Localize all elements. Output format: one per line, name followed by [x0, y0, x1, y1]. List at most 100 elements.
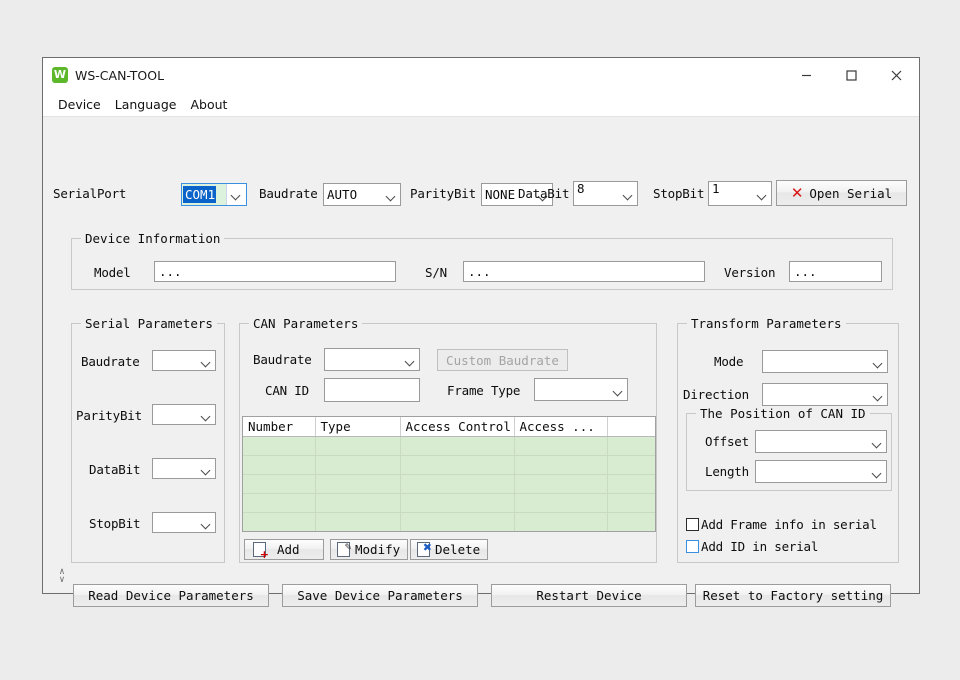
table-row[interactable] [243, 513, 655, 532]
version-field[interactable]: ... [789, 261, 882, 282]
custom-baudrate-button[interactable]: Custom Baudrate [437, 349, 568, 371]
add-frame-info-checkbox-row[interactable]: Add Frame info in serial [686, 517, 877, 532]
menu-item-language[interactable]: Language [108, 95, 184, 114]
toolbar-stopbit-select[interactable]: 1 [708, 181, 772, 206]
toolbar-databit-value: 8 [577, 182, 585, 195]
save-device-parameters-button[interactable]: Save Device Parameters [282, 584, 478, 607]
save-device-parameters-label: Save Device Parameters [297, 588, 463, 603]
serial-paritybit-select[interactable] [152, 404, 216, 425]
table-row[interactable] [243, 494, 655, 513]
toolbar-databit-select[interactable]: 8 [573, 181, 638, 206]
canid-position-title: The Position of CAN ID [696, 406, 870, 421]
column-header-blank[interactable] [607, 417, 655, 437]
can-id-label: CAN ID [265, 383, 309, 398]
modify-button[interactable]: ✎ Modify [330, 539, 408, 560]
new-document-icon: + [253, 542, 266, 557]
sn-value: ... [468, 264, 491, 279]
table-row[interactable] [243, 475, 655, 494]
menu-bar: Device Language About [43, 92, 919, 117]
serial-baudrate-label: Baudrate [81, 354, 140, 369]
restart-device-label: Restart Device [536, 588, 641, 603]
version-value: ... [794, 264, 817, 279]
model-value: ... [159, 264, 182, 279]
serialport-chevron-down-icon[interactable] [226, 184, 246, 205]
add-id-label: Add ID in serial [701, 539, 818, 554]
open-serial-label: Open Serial [809, 186, 892, 201]
serial-baudrate-select[interactable] [152, 350, 216, 371]
delete-label: Delete [435, 542, 480, 557]
length-label: Length [705, 464, 749, 479]
toolbar-baudrate-label: Baudrate [259, 186, 318, 201]
add-frame-info-checkbox[interactable] [686, 518, 699, 531]
can-id-input[interactable] [324, 378, 420, 402]
column-header-type[interactable]: Type [315, 417, 400, 437]
direction-select[interactable] [762, 383, 888, 406]
column-header-access-control[interactable]: Access Control [400, 417, 514, 437]
delete-button[interactable]: ✖ Delete [410, 539, 488, 560]
toolbar-baudrate-value: AUTO [327, 187, 357, 202]
can-parameters-group: CAN Parameters Baudrate Custom Baudrate … [239, 323, 657, 563]
toolbar-databit-label: DataBit [518, 186, 569, 201]
chevron-down-icon [406, 358, 414, 363]
frame-type-select[interactable] [534, 378, 628, 401]
serialport-value: COM1 [183, 186, 216, 203]
table-row[interactable] [243, 456, 655, 475]
model-field[interactable]: ... [154, 261, 396, 282]
serialport-value-field[interactable]: COM1 [182, 184, 226, 205]
add-button[interactable]: + Add [244, 539, 324, 560]
model-label: Model [94, 265, 131, 280]
offset-select[interactable] [755, 430, 887, 453]
can-baudrate-label: Baudrate [253, 352, 312, 367]
table-row[interactable] [243, 532, 655, 533]
custom-baudrate-label: Custom Baudrate [446, 353, 559, 368]
chevron-down-icon [873, 440, 881, 445]
transform-parameters-title: Transform Parameters [687, 316, 846, 331]
can-id-table[interactable]: Number Type Access Control Access ... [242, 416, 656, 532]
column-header-number[interactable]: Number [243, 417, 315, 437]
minimize-button[interactable] [784, 58, 829, 92]
frame-type-label: Frame Type [447, 383, 520, 398]
can-baudrate-select[interactable] [324, 348, 420, 371]
add-id-checkbox-row[interactable]: Add ID in serial [686, 539, 818, 554]
read-device-parameters-button[interactable]: Read Device Parameters [73, 584, 269, 607]
chevron-down-icon [874, 360, 882, 365]
serialport-label: SerialPort [53, 186, 126, 201]
splitter-handle[interactable]: ∧ ∨ [55, 563, 69, 589]
can-parameters-title: CAN Parameters [249, 316, 362, 331]
device-information-group: Device Information Model ... S/N ... Ver… [71, 238, 893, 290]
close-icon [891, 70, 902, 81]
column-header-access-extra[interactable]: Access ... [514, 417, 607, 437]
serial-paritybit-label: ParityBit [76, 408, 142, 423]
edit-document-icon: ✎ [337, 542, 350, 557]
main-content: SerialPort COM1 Baudrate AUTO ParityBit … [43, 117, 919, 593]
canid-position-group: The Position of CAN ID Offset Length [686, 413, 892, 491]
chevron-down-icon [873, 470, 881, 475]
length-select[interactable] [755, 460, 887, 483]
maximize-button[interactable] [829, 58, 874, 92]
menu-item-device[interactable]: Device [51, 95, 108, 114]
sn-field[interactable]: ... [463, 261, 705, 282]
read-device-parameters-label: Read Device Parameters [88, 588, 254, 603]
device-information-title: Device Information [81, 231, 224, 246]
table-row[interactable] [243, 437, 655, 456]
chevron-down-icon [202, 359, 210, 364]
mode-select[interactable] [762, 350, 888, 373]
toolbar-paritybit-value: NONE [485, 187, 515, 202]
chevron-down-icon [758, 192, 766, 197]
toolbar-baudrate-select[interactable]: AUTO [323, 183, 401, 206]
serial-databit-select[interactable] [152, 458, 216, 479]
reset-to-factory-button[interactable]: Reset to Factory setting [695, 584, 891, 607]
serial-parameters-group: Serial Parameters Baudrate ParityBit Dat… [71, 323, 225, 563]
serial-stopbit-label: StopBit [89, 516, 140, 531]
add-id-checkbox[interactable] [686, 540, 699, 553]
restart-device-button[interactable]: Restart Device [491, 584, 687, 607]
serial-stopbit-select[interactable] [152, 512, 216, 533]
modify-label: Modify [355, 542, 400, 557]
add-frame-info-label: Add Frame info in serial [701, 517, 877, 532]
menu-item-about[interactable]: About [183, 95, 234, 114]
open-serial-button[interactable]: ✕ Open Serial [776, 180, 907, 206]
reset-to-factory-label: Reset to Factory setting [703, 588, 884, 603]
close-button[interactable] [874, 58, 919, 92]
serialport-select[interactable]: COM1 [181, 183, 247, 206]
offset-label: Offset [705, 434, 749, 449]
